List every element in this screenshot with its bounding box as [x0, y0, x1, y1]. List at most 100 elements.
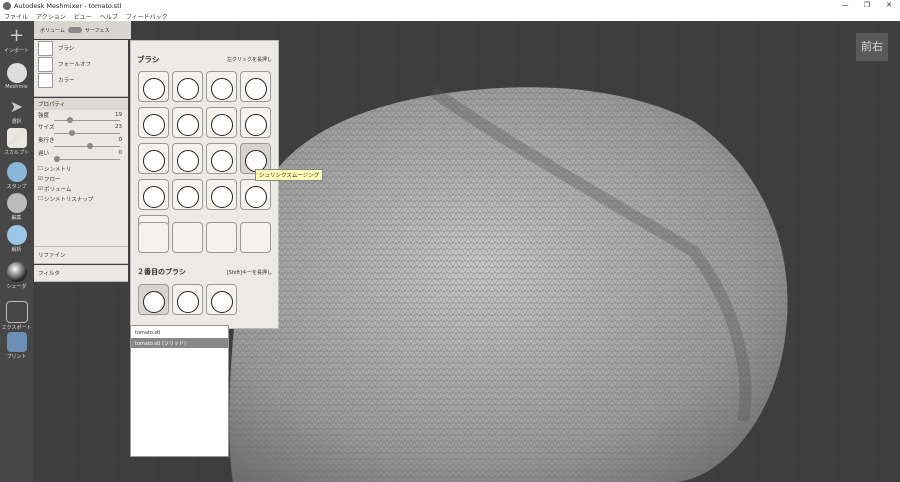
print-icon [6, 332, 27, 352]
brush-circle-icon [143, 291, 165, 313]
tool-meshmix[interactable]: Meshmix [0, 63, 33, 90]
brush-button[interactable] [240, 107, 271, 138]
select-icon: ➤ [9, 97, 24, 116]
object-item[interactable]: tomato.stl [131, 328, 228, 338]
menu-view[interactable]: ビュー [70, 12, 96, 21]
mesh-tool-button[interactable] [206, 222, 237, 253]
brush-button[interactable] [206, 179, 237, 210]
minimize-button[interactable]: — [834, 0, 856, 11]
secondary-brush-button[interactable] [172, 284, 203, 315]
depth-slider[interactable] [54, 143, 120, 149]
brush-circle-icon [211, 186, 233, 208]
falloff-row[interactable]: フォールオフ [34, 56, 128, 72]
tool-import[interactable]: + インポート [0, 25, 33, 55]
flow-checkbox[interactable]: ☑ フロー [34, 174, 128, 184]
tool-stamp[interactable]: スタンプ [0, 162, 33, 190]
menu-action[interactable]: アクション [32, 12, 70, 21]
properties-header[interactable]: プロパティ [34, 98, 128, 110]
brush-circle-icon [143, 186, 165, 208]
surface-label[interactable]: サーフェス [85, 27, 110, 34]
brush-button[interactable] [138, 71, 169, 102]
brush-circle-icon [211, 114, 233, 136]
brush-circle-icon [177, 186, 199, 208]
brush-circle-icon [211, 150, 233, 172]
brush-tooltip: シュリンクスムージング [255, 169, 324, 181]
brush-circle-icon [211, 78, 233, 100]
strength-slider[interactable] [54, 117, 120, 123]
view-cube-front[interactable]: 前 [861, 40, 872, 53]
brush-circle-icon [177, 150, 199, 172]
brush-circle-icon [177, 291, 199, 313]
depth-knob[interactable] [87, 143, 93, 149]
brush-button[interactable] [172, 179, 203, 210]
brush-palette: ブラシ 左クリックを長押し ２番目のブラシ [Shift]キーを長押し [130, 40, 279, 329]
meshmix-icon [6, 63, 27, 83]
mode-toggle-switch[interactable] [67, 27, 82, 33]
refine-section[interactable]: リファイン [34, 247, 128, 264]
secondary-brush-hint: [Shift]キーを長押し [226, 270, 272, 276]
window-title: Autodesk Meshmixer - tomato.stl [14, 1, 122, 10]
lazy-slider[interactable] [54, 156, 120, 162]
volume-label[interactable]: ボリューム [40, 27, 65, 34]
brush-circle-icon [245, 78, 267, 100]
brush-circle-icon [245, 186, 267, 208]
volume-checkbox[interactable]: ☑ ボリューム [34, 184, 128, 194]
tool-sculpt[interactable]: 🖌 スカルプト [0, 128, 33, 156]
maximize-button[interactable]: ❐ [856, 0, 878, 11]
symmetry-snap-checkbox[interactable]: ☐ シンメトリスナップ [34, 194, 128, 204]
size-row: サイズ 23 [38, 124, 122, 131]
sculpt-brush-icon: 🖌 [6, 128, 27, 148]
left-toolbar: + インポート Meshmix ➤ 選択 🖌 スカルプト スタンプ 編集 解析 シェー… [0, 21, 33, 482]
title-bar: Autodesk Meshmixer - tomato.stl — ❐ ✕ [0, 0, 900, 11]
tool-export[interactable]: エクスポート [0, 301, 33, 331]
mesh-tool-button[interactable] [172, 222, 203, 253]
properties-section: プロパティ 強度 19 サイズ 23 奥行き 0 遅い 0 ☐ シンメトリ ☑ フロー ☑ ボ… [34, 98, 128, 247]
brush-button[interactable] [138, 143, 169, 174]
brush-button[interactable] [206, 71, 237, 102]
export-icon [5, 301, 28, 323]
brush-button[interactable] [240, 71, 271, 102]
menu-file[interactable]: ファイル [0, 12, 32, 21]
tool-print[interactable]: プリント [0, 332, 33, 360]
filter-section[interactable]: フィルタ [34, 265, 128, 282]
falloff-curve-icon [38, 56, 53, 72]
symmetry-checkbox[interactable]: ☐ シンメトリ [34, 164, 128, 174]
color-row[interactable]: カラー [34, 72, 128, 88]
depth-row: 奥行き 0 [38, 137, 122, 144]
brush-circle-icon [143, 78, 165, 100]
brush-circle-icon [211, 291, 233, 313]
close-button[interactable]: ✕ [878, 0, 900, 11]
secondary-brush-button[interactable] [206, 284, 237, 315]
brush-swatch [38, 40, 53, 56]
stamp-icon [6, 162, 27, 182]
analysis-icon [6, 225, 27, 245]
brush-button[interactable] [206, 107, 237, 138]
mesh-tool-button[interactable] [240, 222, 271, 253]
strength-knob[interactable] [66, 117, 73, 123]
brush-button[interactable] [240, 179, 271, 210]
tool-shader[interactable]: シェーダ [0, 262, 33, 290]
brush-button[interactable] [172, 143, 203, 174]
brush-button[interactable] [172, 107, 203, 138]
brush-button[interactable] [138, 107, 169, 138]
lazy-knob[interactable] [54, 156, 60, 162]
menu-feedback[interactable]: フィードバック [122, 12, 172, 21]
plus-icon: + [8, 25, 25, 46]
brush-button[interactable] [138, 179, 169, 210]
tool-analysis[interactable]: 解析 [0, 225, 33, 253]
brush-row[interactable]: ブラシ [34, 40, 128, 56]
mesh-tool-button[interactable] [138, 222, 169, 253]
brush-button[interactable] [172, 71, 203, 102]
secondary-brush-button[interactable] [138, 284, 169, 315]
size-slider[interactable] [54, 130, 120, 136]
brush-button[interactable] [206, 143, 237, 174]
menu-help[interactable]: ヘルプ [96, 12, 122, 21]
color-swatch [38, 72, 53, 88]
view-cube-right[interactable]: 右 [872, 40, 883, 53]
tool-select[interactable]: ➤ 選択 [0, 97, 33, 125]
app-icon [3, 1, 11, 10]
tool-edit[interactable]: 編集 [0, 193, 33, 221]
view-cube[interactable]: 前右 [856, 33, 888, 61]
brush-circle-icon [143, 150, 165, 172]
object-item-selected[interactable]: tomato.stl (ソリッド) [131, 338, 228, 348]
